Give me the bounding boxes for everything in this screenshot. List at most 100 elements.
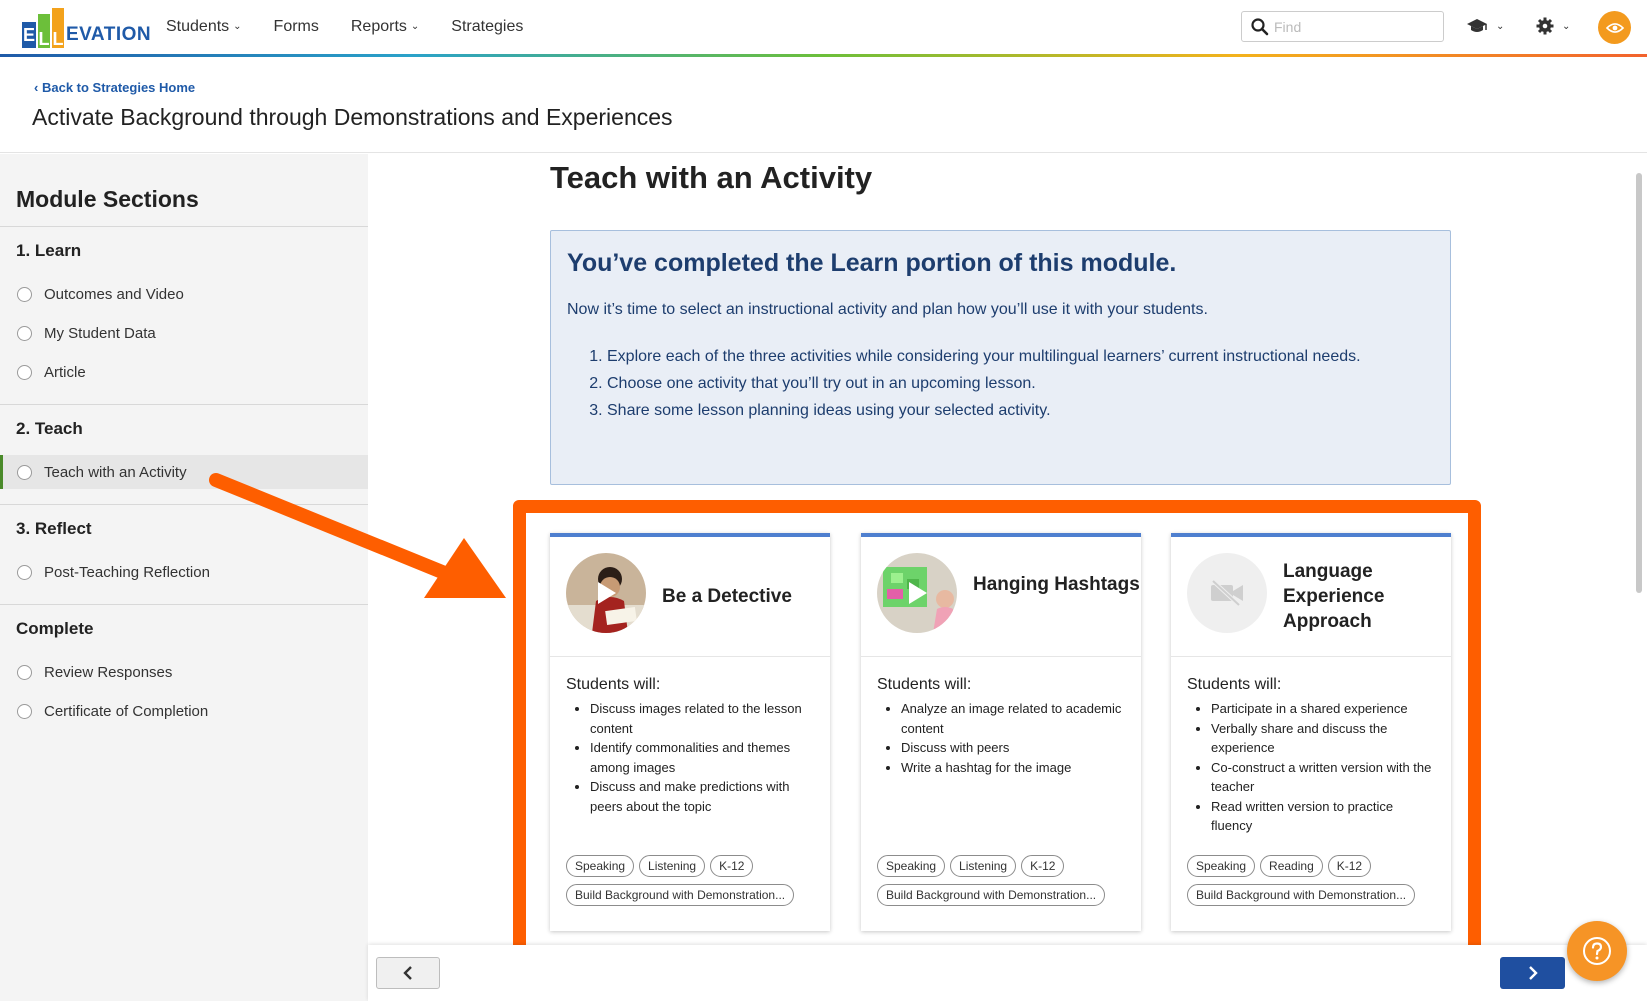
activity-name: Language Experience Approach	[1283, 561, 1385, 632]
sidebar-section-reflect: 3. Reflect Post-Teaching Reflection	[0, 504, 368, 604]
ellevation-logo[interactable]: E L L EVATION	[22, 8, 151, 49]
nav-strategies[interactable]: Strategies	[451, 18, 523, 36]
back-link[interactable]: ‹ Back to Strategies Home	[34, 80, 195, 95]
top-navbar: E L L EVATION Students ⌄ Forms Reports ⌄…	[0, 0, 1647, 58]
logo-letter-l1: L	[38, 14, 50, 49]
main-nav: Students ⌄ Forms Reports ⌄ Strategies	[166, 0, 555, 54]
outcome-item: Discuss images related to the lesson con…	[590, 699, 815, 738]
tag-strategy: Build Background with Demonstration...	[566, 884, 795, 906]
nav-strategies-label: Strategies	[451, 18, 524, 35]
chevron-left-icon	[403, 966, 412, 980]
activity-outcomes: Analyze an image related to academic con…	[901, 699, 1126, 777]
content-scrollbar[interactable]	[1634, 157, 1644, 957]
education-menu[interactable]: ⌄	[1466, 14, 1504, 38]
chevron-right-icon	[1528, 966, 1538, 980]
nav-forms-label: Forms	[273, 18, 319, 35]
students-will-label: Students will:	[1187, 676, 1282, 693]
sidebar-item-label: Certificate of Completion	[44, 702, 209, 720]
radio-icon	[17, 325, 32, 341]
sidebar-item-student-data[interactable]: My Student Data	[0, 316, 368, 350]
activity-outcomes: Participate in a shared experience Verba…	[1211, 699, 1436, 836]
next-button[interactable]	[1500, 957, 1565, 989]
chevron-down-icon: ⌄	[1562, 20, 1571, 32]
page-header: ‹ Back to Strategies Home Activate Backg…	[0, 58, 1647, 153]
card-header: Language Experience Approach	[1171, 537, 1451, 657]
nav-forms[interactable]: Forms	[274, 18, 319, 36]
sidebar-item-label: Article	[44, 363, 86, 381]
sidebar-item-post-teaching-reflection[interactable]: Post-Teaching Reflection	[0, 555, 368, 589]
chevron-down-icon: ⌄	[233, 20, 242, 32]
help-button[interactable]	[1567, 921, 1627, 981]
bottom-nav-bar	[368, 945, 1647, 1001]
sidebar-item-certificate[interactable]: Certificate of Completion	[0, 694, 368, 728]
back-link-label: Back to Strategies Home	[41, 80, 196, 95]
tag-listening: Listening	[950, 855, 1017, 877]
activity-video-thumbnail[interactable]	[877, 553, 957, 633]
sidebar-item-teach-activity[interactable]: Teach with an Activity	[0, 455, 368, 489]
nav-students[interactable]: Students ⌄	[166, 18, 242, 36]
tag-reading: Reading	[1260, 855, 1323, 877]
radio-icon	[17, 564, 32, 580]
previous-button[interactable]	[376, 957, 440, 989]
section-title: Complete	[16, 619, 94, 638]
video-off-icon	[1211, 579, 1243, 607]
activity-card-hanging-hashtags[interactable]: Hanging Hashtags Students will: Analyze …	[861, 533, 1141, 931]
logo-letter-l2: L	[52, 8, 64, 49]
sidebar-item-review-responses[interactable]: Review Responses	[0, 655, 368, 689]
graduation-cap-icon	[1467, 19, 1487, 32]
radio-icon	[17, 703, 32, 719]
students-will-label: Students will:	[566, 676, 661, 693]
outcome-item: Discuss and make predictions with peers …	[590, 777, 815, 816]
chevron-down-icon: ⌄	[410, 20, 420, 32]
activity-card-language-experience[interactable]: Language Experience Approach Students wi…	[1171, 533, 1451, 931]
radio-icon	[17, 364, 32, 380]
play-icon	[598, 582, 616, 604]
section-heading: Teach with an Activity	[550, 160, 873, 195]
scrollbar-thumb[interactable]	[1636, 173, 1642, 593]
radio-icon	[17, 286, 32, 302]
tag-grade: K-12	[710, 855, 754, 877]
card-header: Hanging Hashtags	[861, 537, 1141, 657]
nav-students-label: Students	[166, 18, 230, 35]
outcome-item: Verbally share and discuss the experienc…	[1211, 719, 1436, 758]
nav-reports[interactable]: Reports ⌄	[351, 18, 419, 36]
sidebar-item-label: My Student Data	[44, 324, 156, 342]
radio-icon	[17, 664, 32, 680]
play-icon	[909, 582, 927, 604]
nav-reports-label: Reports	[350, 18, 407, 35]
section-title: 3. Reflect	[16, 519, 92, 538]
section-title: 1. Learn	[16, 241, 82, 260]
activity-tags: Speaking Reading K-12 Build Background with…	[1187, 855, 1447, 913]
radio-icon	[17, 464, 32, 480]
sidebar-section-complete: Complete Review Responses Certificate of…	[0, 604, 368, 744]
outcome-item: Co-construct a written version with the …	[1211, 758, 1436, 797]
sidebar-item-outcomes-video[interactable]: Outcomes and Video	[0, 277, 368, 311]
learn-complete-callout: You’ve completed the Learn portion of th…	[550, 230, 1451, 485]
eye-icon	[1605, 22, 1624, 33]
activity-outcomes: Discuss images related to the lesson con…	[590, 699, 815, 816]
activity-video-thumbnail[interactable]	[566, 553, 646, 633]
view-as-button[interactable]	[1598, 11, 1631, 44]
tag-strategy: Build Background with Demonstration...	[877, 884, 1106, 906]
logo-letter-e: E	[22, 22, 36, 48]
sidebar-section-learn: 1. Learn Outcomes and Video My Student D…	[0, 226, 368, 404]
outcome-item: Participate in a shared experience	[1211, 699, 1436, 719]
callout-steps: Explore each of the three activities whi…	[607, 343, 1407, 424]
outcome-item: Discuss with peers	[901, 738, 1126, 758]
students-will-label: Students will:	[877, 676, 972, 693]
activity-tags: Speaking Listening K-12 Build Background wi…	[566, 855, 826, 913]
outcome-item: Analyze an image related to academic con…	[901, 699, 1126, 738]
tag-speaking: Speaking	[877, 855, 946, 877]
activity-card-be-a-detective[interactable]: Be a Detective Students will: Discuss im…	[550, 533, 830, 931]
activity-name: Be a Detective	[662, 586, 792, 607]
question-icon	[1583, 937, 1611, 965]
sidebar-item-article[interactable]: Article	[0, 355, 368, 389]
outcome-item: Identify commonalities and themes among …	[590, 738, 815, 777]
tag-speaking: Speaking	[566, 855, 635, 877]
tag-listening: Listening	[639, 855, 706, 877]
tag-speaking: Speaking	[1187, 855, 1256, 877]
sidebar-section-teach: 2. Teach Teach with an Activity	[0, 404, 368, 504]
settings-menu[interactable]: ⌄	[1536, 14, 1570, 38]
search-input[interactable]	[1274, 18, 1434, 35]
no-video-placeholder	[1187, 553, 1267, 633]
